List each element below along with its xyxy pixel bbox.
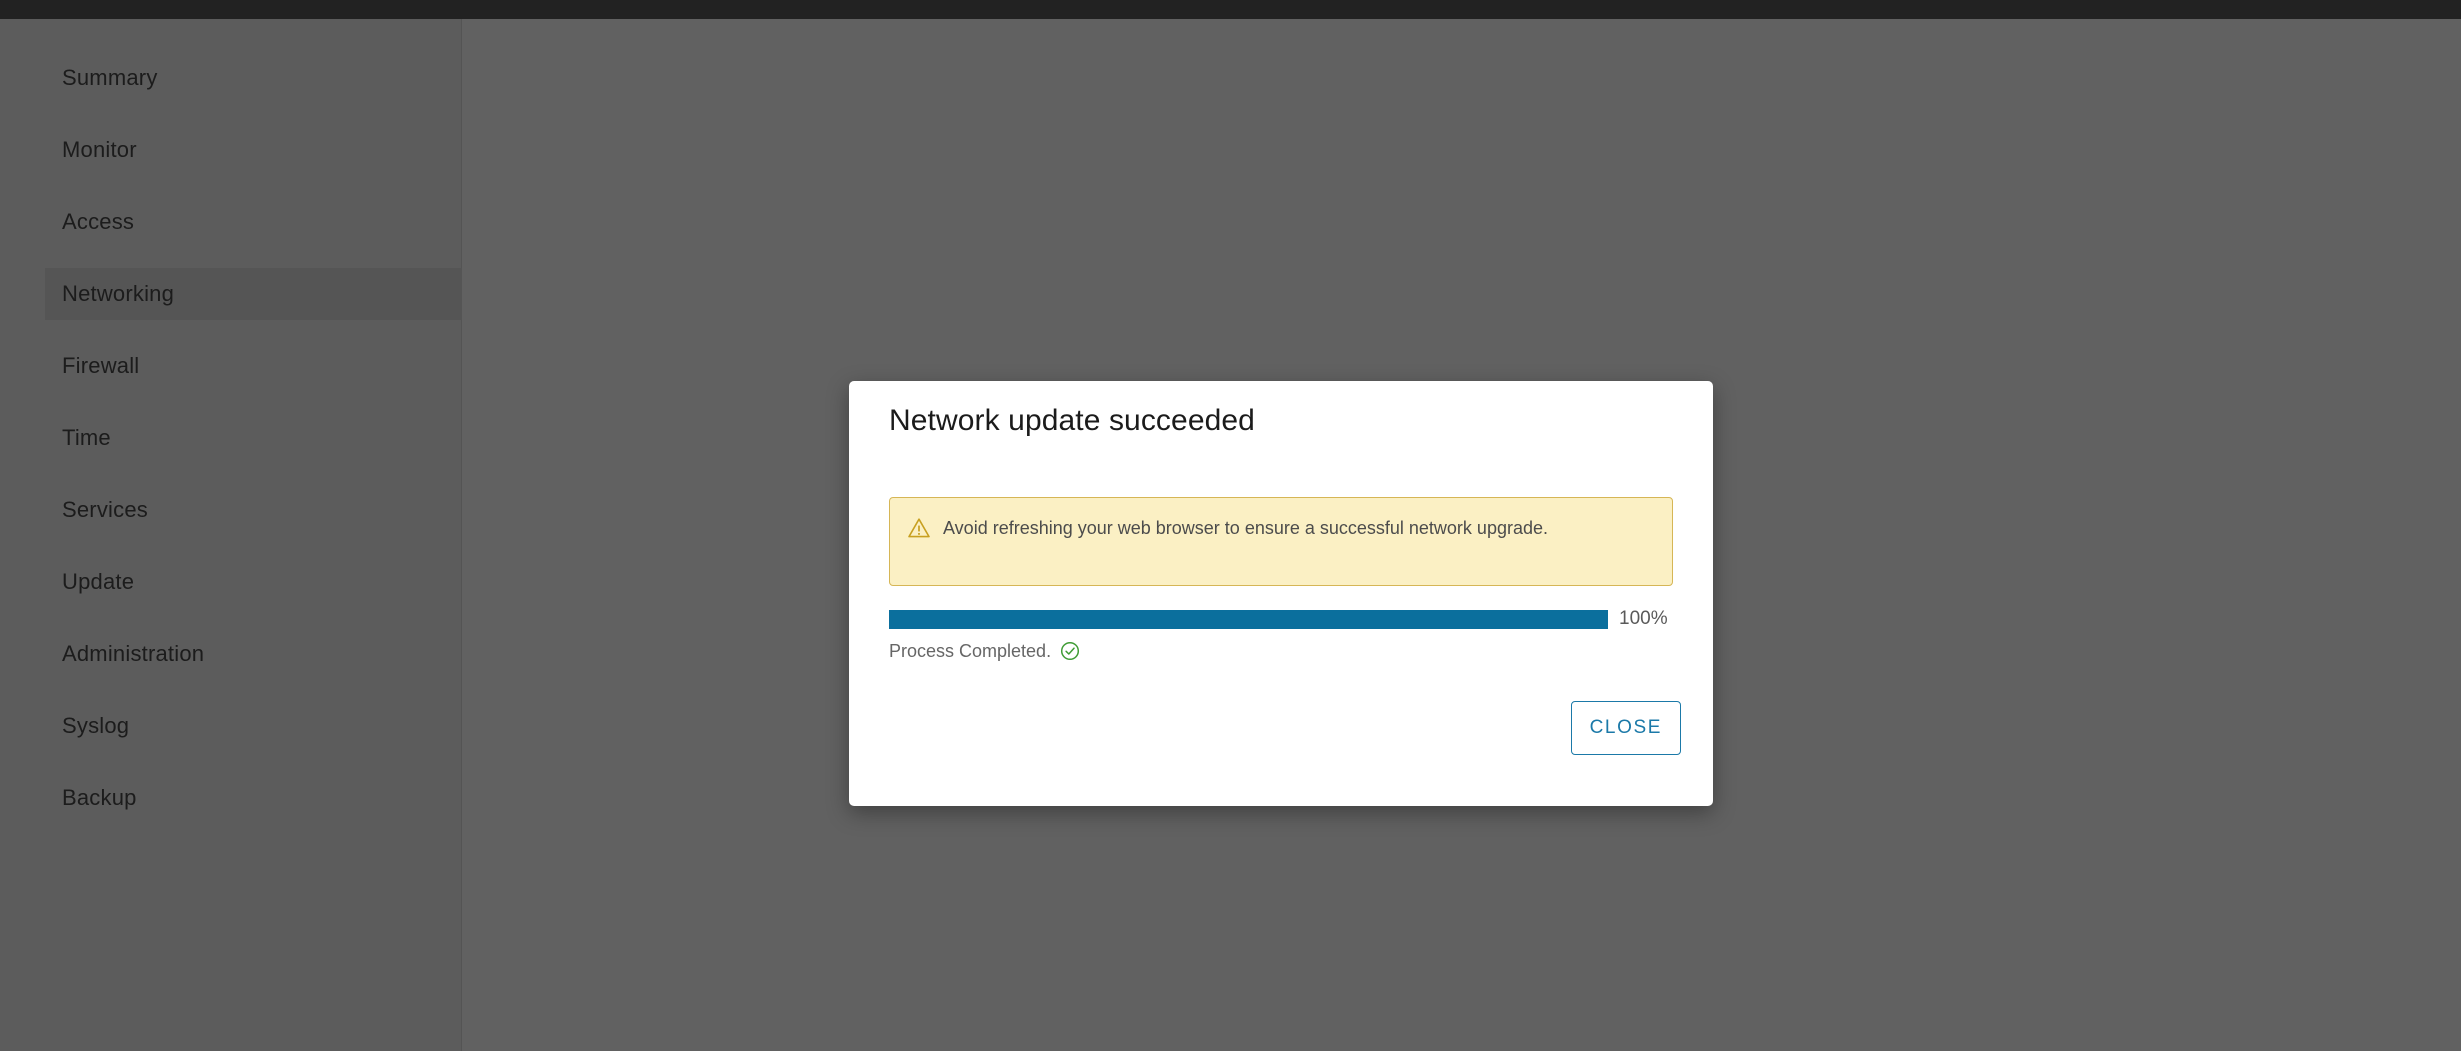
- dialog-title: Network update succeeded: [889, 404, 1255, 437]
- warning-alert-message: Avoid refreshing your web browser to ens…: [943, 518, 1548, 538]
- status-text: Process Completed.: [889, 640, 1052, 661]
- progress-percent-label: 100%: [1619, 608, 1668, 629]
- progress-row: 100%: [889, 608, 1673, 630]
- warning-triangle-icon: [907, 516, 931, 540]
- network-update-dialog: Network update succeeded Avoid refreshin…: [849, 381, 1713, 806]
- check-circle-icon: [1060, 641, 1080, 661]
- top-bar: [0, 0, 2461, 19]
- dialog-footer: CLOSE: [849, 701, 1713, 806]
- close-button[interactable]: CLOSE: [1570, 701, 1681, 755]
- progress-bar-fill: [889, 609, 1608, 629]
- status-row: Process Completed.: [889, 639, 1080, 663]
- warning-alert: Avoid refreshing your web browser to ens…: [889, 497, 1673, 586]
- progress-bar-track: [889, 609, 1608, 629]
- app-root: SummaryMonitorAccessNetworkingFirewallTi…: [0, 0, 2461, 1051]
